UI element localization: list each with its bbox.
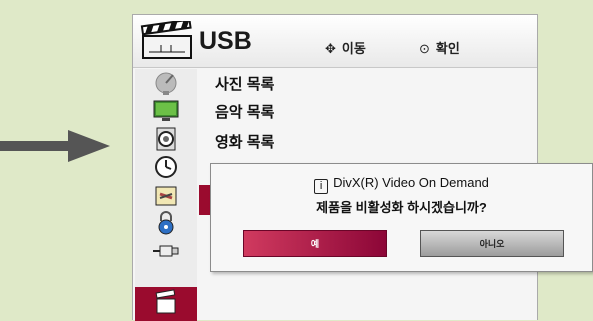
yes-button[interactable]: 예 [243,230,387,257]
ok-hint: ⊙ 확인 [419,38,460,57]
dpad-arrows-icon: ✥ [325,41,336,56]
lock-icon[interactable] [135,211,197,237]
menu-item-movie-list[interactable]: 영화 목록 [215,131,274,152]
clock-icon[interactable] [135,155,197,181]
page-title: USB [199,27,252,55]
dialog-title: DivX(R) Video On Demand [333,175,489,190]
monitor-icon[interactable] [135,99,197,125]
speaker-icon[interactable] [135,127,197,153]
move-hint: ✥ 이동 [325,38,366,57]
usb-plug-icon[interactable] [135,239,197,265]
dialog-question: 제품을 비활성화 하시겠습니까? [316,200,487,215]
no-button[interactable]: 아니오 [420,230,564,257]
clapperboard-icon[interactable] [135,287,197,321]
settings-sidebar [135,69,197,321]
toolbox-icon[interactable] [135,183,197,209]
ok-hint-label: 확인 [435,41,460,56]
satellite-dish-icon[interactable] [135,71,197,97]
dialog-title-line: i DivX(R) Video On Demand [211,175,592,194]
move-hint-label: 이동 [341,41,366,56]
clapperboard-icon [140,21,192,59]
menu-item-photo-list[interactable]: 사진 목록 [215,73,274,94]
arrow-right-icon [0,130,110,162]
info-icon: i [314,179,329,194]
menu-header: USB ✥ 이동 ⊙ 확인 [133,15,537,68]
divx-deactivate-dialog: i DivX(R) Video On Demand 제품을 비활성화 하시겠습니까… [210,163,593,272]
ok-circle-icon: ⊙ [419,41,430,56]
menu-item-music-list[interactable]: 음악 목록 [215,101,274,122]
